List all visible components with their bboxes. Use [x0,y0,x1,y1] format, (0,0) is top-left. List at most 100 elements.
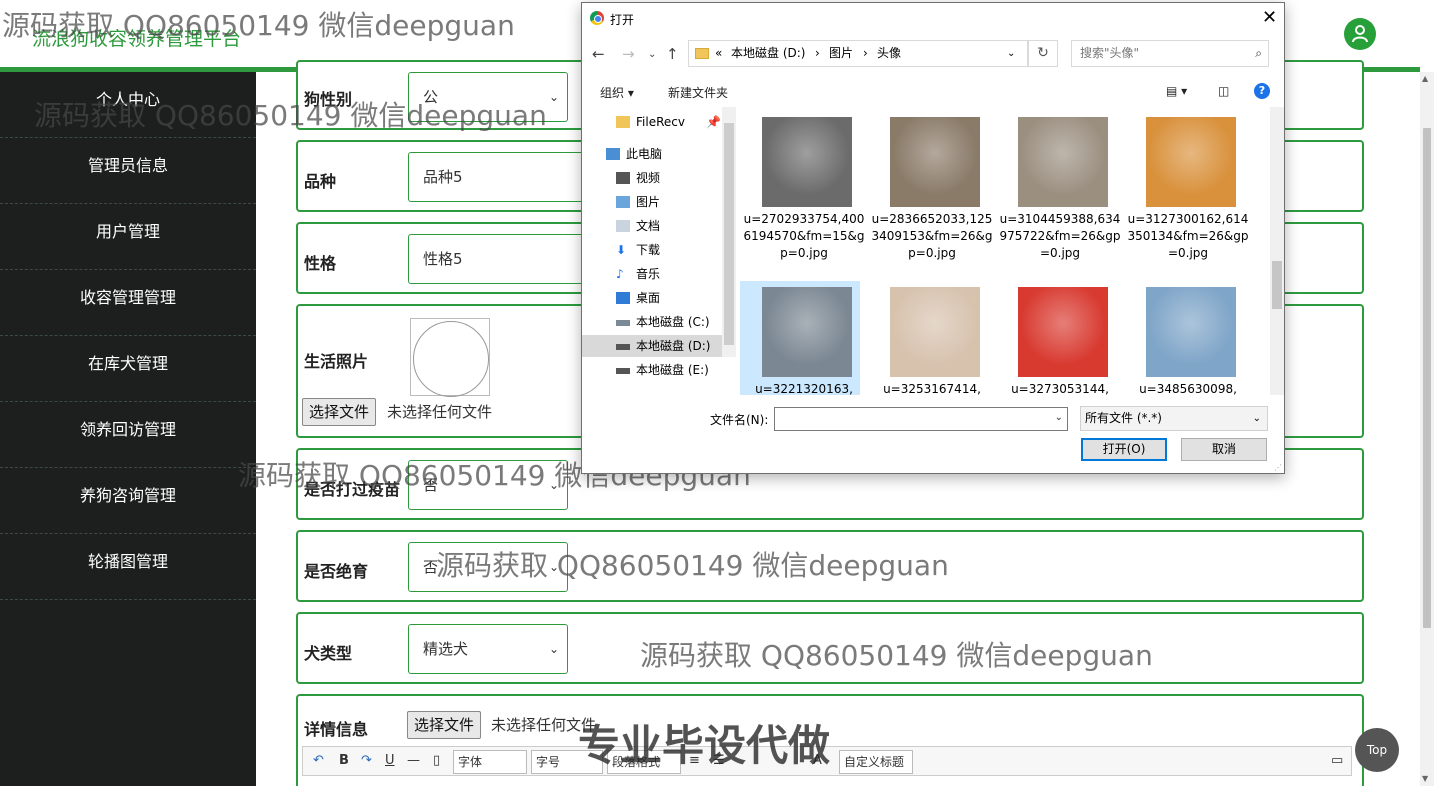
file-item[interactable]: u=3485630098, [1124,281,1244,395]
scrollbar-thumb[interactable] [724,123,734,345]
chevron-down-icon: ⌄ [548,560,559,574]
file-item[interactable]: u=2836652033,1253409153&fm=26&gp=0.jpg [868,111,993,279]
preview-pane-icon[interactable]: ◫ [1218,84,1229,98]
recent-chevron-icon[interactable]: ⌄ [648,49,656,60]
video-icon [616,172,630,184]
photo-choose-file-button[interactable]: 选择文件 [302,398,377,426]
sidebar-item-users[interactable]: 用户管理 [0,204,256,270]
drive-icon [616,368,630,374]
back-to-top-button[interactable]: Top [1355,728,1399,772]
tree-label: 下载 [636,243,661,257]
tree-item-music[interactable]: ♪ 音乐 [582,263,722,285]
underline-button[interactable]: U [385,753,395,768]
breadcrumb-drive[interactable]: 本地磁盘 (D:) [731,41,805,66]
tree-item-this-pc[interactable]: 此电脑 [582,143,722,165]
file-grid-scrollbar[interactable] [1270,107,1284,395]
image-thumbnail [1146,117,1236,207]
horizontal-rule-icon[interactable]: — [407,753,420,768]
organize-menu[interactable]: 组织 ▾ [600,84,634,101]
tree-label: 本地磁盘 (C:) [636,315,710,329]
undo-icon[interactable]: ↶ [313,753,324,768]
sidebar-item-dogs[interactable]: 在库犬管理 [0,336,256,402]
custom-title-select[interactable]: 自定义标题 [839,750,913,774]
view-options-icon[interactable]: ▤ ▾ [1166,84,1187,98]
tree-item-documents[interactable]: 文档 [582,215,722,237]
tree-label: 视频 [636,171,661,185]
sidebar-item-carousel[interactable]: 轮播图管理 [0,534,256,600]
up-arrow-icon[interactable]: ↑ [666,45,679,63]
page-scrollbar[interactable]: ▲ ▼ [1420,72,1434,786]
gender-select[interactable]: 公 ⌄ [408,72,568,122]
tree-item-drive-e[interactable]: 本地磁盘 (E:) [582,359,722,381]
breadcrumb-avatars[interactable]: 头像 [877,41,901,66]
photo-preview [410,318,490,397]
breed-input[interactable]: 品种5 [408,152,608,202]
new-folder-button[interactable]: 新建文件夹 [668,84,728,101]
address-bar[interactable]: « 本地磁盘 (D:) › 图片 › 头像 ⌄ [688,40,1028,67]
chevron-down-icon[interactable]: ⌄ [1055,412,1063,423]
file-item[interactable]: u=3127300162,614350134&fm=26&gp=0.jpg [1124,111,1249,279]
file-name: u=3273053144, [1011,382,1109,395]
search-input[interactable]: 搜索"头像" ⌕ [1071,40,1269,67]
scroll-up-arrow-icon[interactable]: ▲ [1422,74,1428,83]
sterilized-select[interactable]: 否 ⌄ [408,542,568,592]
file-name: u=2836652033,1253409153&fm=26&gp=0.jpg [871,212,993,260]
tree-item-filerecv[interactable]: FileRecv 📌 [582,111,722,133]
navigation-tree: FileRecv 📌 此电脑 视频 图片 文档 ⬇ 下载 ♪ 音乐 桌面 本地磁… [582,107,722,395]
tree-item-videos[interactable]: 视频 [582,167,722,189]
sidebar-item-shelter[interactable]: 收容管理管理 [0,270,256,336]
dialog-navbar: ← → ⌄ ↑ « 本地磁盘 (D:) › 图片 › 头像 ⌄ ↻ 搜索"头像"… [582,37,1284,71]
vaccinated-select[interactable]: 否 ⌄ [408,460,568,510]
download-icon: ⬇ [616,243,627,257]
refresh-icon[interactable]: ↻ [1028,40,1058,67]
file-item[interactable]: u=3221320163, [740,281,860,395]
chevron-down-icon: ⌄ [548,90,559,104]
help-icon[interactable]: ? [1254,83,1270,99]
search-icon: ⌕ [1255,46,1262,60]
file-item[interactable]: u=2702933754,4006194570&fm=15&gp=0.jpg [740,111,865,279]
sidebar-item-consult[interactable]: 养狗咨询管理 [0,468,256,534]
close-icon[interactable]: ✕ [1262,7,1277,28]
filename-input[interactable]: ⌄ [774,407,1068,431]
dialog-titlebar: 打开 ✕ [582,3,1284,33]
file-item[interactable]: u=3273053144, [996,281,1116,395]
tree-item-downloads[interactable]: ⬇ 下载 [582,239,722,261]
tree-item-pictures[interactable]: 图片 [582,191,722,213]
fullscreen-icon[interactable]: ▭ [1331,753,1343,768]
sidebar-item-followup[interactable]: 领养回访管理 [0,402,256,468]
dogtype-select[interactable]: 精选犬 ⌄ [408,624,568,674]
font-family-select[interactable]: 字体 [453,750,527,774]
resize-grip-icon[interactable]: ⋰ [1274,463,1282,472]
tree-label: 此电脑 [626,147,663,161]
scrollbar-thumb[interactable] [1423,128,1431,628]
user-avatar-icon[interactable] [1344,18,1376,50]
forward-arrow-icon[interactable]: → [622,45,635,63]
scroll-down-arrow-icon[interactable]: ▼ [1422,774,1428,783]
tree-label: 图片 [636,195,661,209]
sidebar-item-admin[interactable]: 管理员信息 [0,138,256,204]
file-open-dialog: 打开 ✕ ← → ⌄ ↑ « 本地磁盘 (D:) › 图片 › 头像 ⌄ ↻ 搜… [581,2,1285,474]
breadcrumb-pictures[interactable]: 图片 [829,41,853,66]
music-icon: ♪ [616,267,624,281]
temper-input[interactable]: 性格5 [408,234,608,284]
breadcrumb-overflow[interactable]: « [715,41,722,66]
redo-icon[interactable]: ↷ [361,753,372,768]
details-choose-file-button[interactable]: 选择文件 [407,711,482,739]
chevron-down-icon[interactable]: ⌄ [1007,41,1015,66]
file-item[interactable]: u=3253167414, [868,281,988,395]
tree-scrollbar[interactable] [722,107,736,357]
new-document-icon[interactable]: ▯ [433,753,440,768]
open-button[interactable]: 打开(O) [1081,438,1167,461]
tree-item-drive-c[interactable]: 本地磁盘 (C:) [582,311,722,333]
file-item[interactable]: u=3104459388,634975722&fm=26&gp=0.jpg [996,111,1121,279]
tree-item-drive-d[interactable]: 本地磁盘 (D:) [582,335,722,357]
bold-button[interactable]: B [339,753,349,768]
pin-icon: 📌 [706,115,721,129]
back-arrow-icon[interactable]: ← [592,45,605,63]
select-value: 否 [423,558,439,576]
tree-item-desktop[interactable]: 桌面 [582,287,722,309]
filetype-select[interactable]: 所有文件 (*.*) ⌄ [1080,406,1268,431]
sidebar-item-profile[interactable]: 个人中心 [0,72,256,138]
cancel-button[interactable]: 取消 [1181,438,1267,461]
scrollbar-thumb[interactable] [1272,261,1282,309]
